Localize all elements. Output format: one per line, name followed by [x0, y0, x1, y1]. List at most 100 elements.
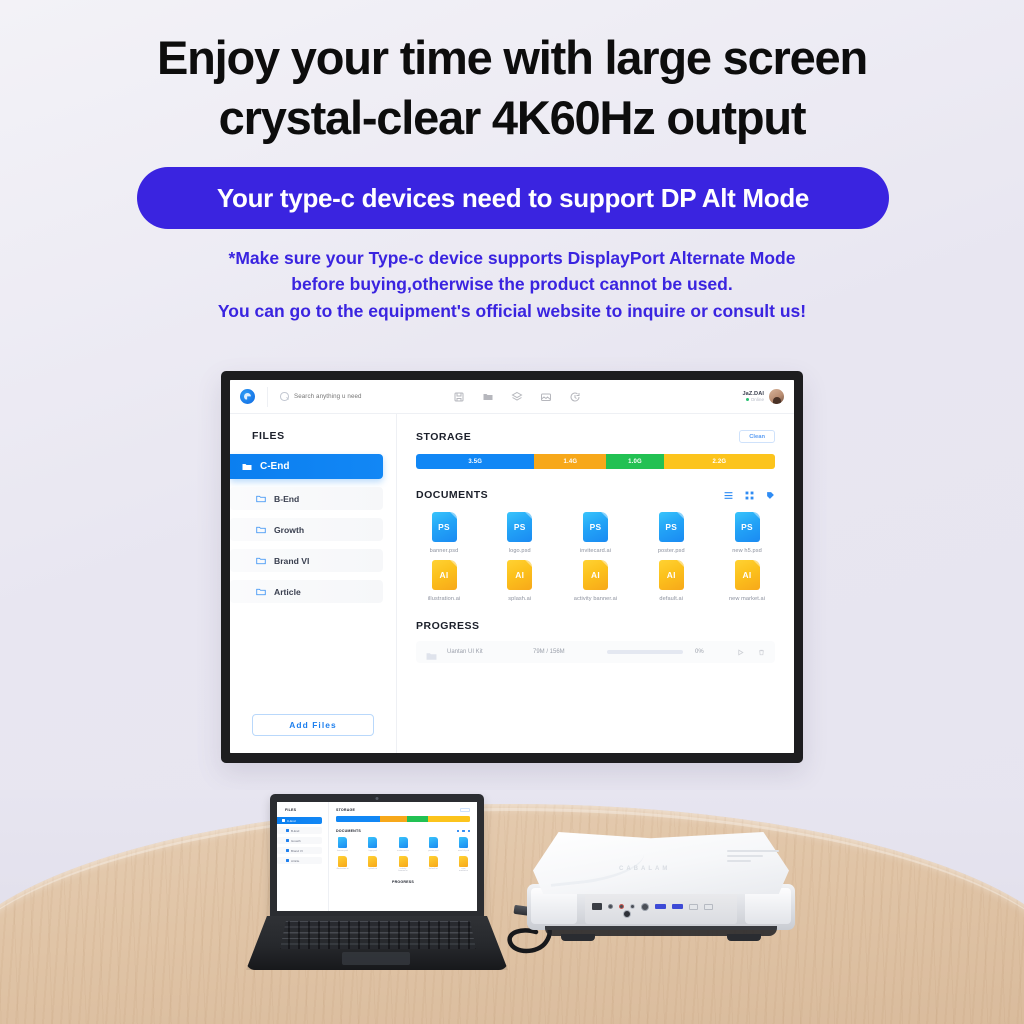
switch-icon: [689, 903, 698, 910]
file-name: poster.psd: [657, 548, 685, 554]
grid-view-icon[interactable]: [745, 491, 754, 500]
ai-files-row: AI illustration.ai AI splash.ai AI activ…: [416, 560, 775, 602]
trash-icon[interactable]: [758, 649, 765, 656]
sidebar-item-brand-vi[interactable]: Brand VI: [230, 549, 383, 572]
mini-file-item: splash.ai: [366, 855, 379, 873]
headline-line-2: crystal-clear 4K60Hz output: [218, 91, 807, 145]
user-profile[interactable]: JaZ.DAI Online: [742, 389, 784, 404]
clean-button[interactable]: Clean: [739, 430, 775, 443]
search-input[interactable]: [294, 393, 414, 400]
sidebar-item-label: Article: [274, 586, 301, 597]
storage-bar: 3.5G 1.4G 1.0G 2.2G: [416, 454, 775, 469]
ai-file-icon: [368, 855, 378, 867]
documents-title: DOCUMENTS: [416, 489, 489, 501]
layers-icon[interactable]: [511, 391, 523, 403]
folder-icon[interactable]: [482, 391, 494, 403]
psd-file-icon: [428, 837, 438, 848]
file-item[interactable]: PS new h5.psd: [719, 512, 775, 554]
headline-line-1: Enjoy your time with large screen: [156, 31, 868, 84]
app-logo-icon[interactable]: [240, 389, 255, 404]
mini-sidebar-label: Article: [291, 858, 300, 863]
mini-documents-title: DOCUMENTS: [336, 829, 361, 833]
mini-file-item: new market.ai: [457, 855, 470, 872]
mini-storage-header: STORAGE: [336, 808, 470, 812]
audio-jack-icon: [623, 910, 631, 918]
sidebar-item-growth[interactable]: Growth: [230, 518, 383, 541]
usb-port-icon: [655, 904, 666, 909]
mini-file-item: logo.psd: [366, 837, 379, 852]
progress-title: PROGRESS: [416, 620, 480, 632]
mini-file-item: invitecard.ai: [397, 837, 410, 852]
progress-bar: [607, 650, 683, 654]
mini-main: STORAGE DOCUMENTS banner.psd logo.psd in…: [329, 802, 477, 911]
mini-storage-bar: [336, 816, 470, 822]
storage-segment: 1.4G: [534, 454, 607, 469]
rca-port-icon: [630, 904, 635, 909]
mini-file-name: logo.psd: [368, 849, 377, 852]
ai-file-icon: [398, 855, 408, 867]
tag-filter-icon[interactable]: [766, 491, 775, 500]
folder-icon: [286, 859, 289, 862]
mini-file-name: new h5.psd: [457, 849, 470, 852]
list-view-icon[interactable]: [724, 491, 733, 500]
save-icon[interactable]: [453, 391, 465, 403]
progress-percent: 0%: [695, 649, 704, 655]
main-panel: STORAGE Clean 3.5G 1.4G 1.0G 2.2G DOCUME…: [397, 414, 794, 753]
laptop-app-mirror: FILES C-End B-End Growth Brand VI Articl…: [277, 802, 477, 911]
file-item[interactable]: AI new market.ai: [719, 560, 775, 602]
mini-sidebar: FILES C-End B-End Growth Brand VI Articl…: [277, 802, 329, 911]
search-field[interactable]: [267, 386, 417, 407]
dock-foot: [727, 934, 761, 941]
sidebar-item-label: C-End: [260, 461, 290, 472]
ai-file-icon: AI: [431, 560, 457, 590]
sidebar-title: FILES: [252, 430, 285, 442]
ai-file-icon: AI: [507, 560, 533, 590]
folder-icon: [286, 829, 289, 832]
mini-file-name: splash.ai: [368, 868, 378, 870]
image-icon[interactable]: [540, 391, 552, 403]
file-name: activity banner.ai: [573, 596, 618, 602]
file-item[interactable]: PS logo.psd: [492, 512, 548, 554]
sidebar-item-article[interactable]: Article: [230, 580, 383, 603]
avatar[interactable]: [769, 389, 784, 404]
mini-progress-title: PROGRESS: [392, 880, 414, 884]
file-name: logo.psd: [508, 548, 531, 554]
product-infographic: Enjoy your time with large screen crysta…: [0, 0, 1024, 1024]
app-body: FILES C-End B-End Growth Brand VI Articl…: [230, 414, 794, 753]
sidebar-item-c-end[interactable]: C-End: [230, 454, 383, 479]
mini-file-item: banner.psd: [336, 837, 349, 852]
file-item[interactable]: PS poster.psd: [643, 512, 699, 554]
add-files-button[interactable]: Add Files: [252, 714, 374, 736]
file-item[interactable]: AI default.ai: [643, 560, 699, 602]
ai-file-icon: AI: [734, 560, 760, 590]
dock-brand-label: CABALAM: [619, 866, 671, 872]
search-icon: [280, 392, 289, 401]
files-sidebar: FILES C-End B-End Growth Brand VI Articl…: [230, 414, 397, 753]
psd-files-row: PS banner.psd PS logo.psd PS invitecard.…: [416, 512, 775, 554]
file-name: illustration.ai: [427, 596, 461, 602]
mini-storage-segment: [407, 816, 429, 822]
sidebar-item-b-end[interactable]: B-End: [230, 487, 383, 510]
user-status: Online: [742, 397, 764, 402]
folder-icon: [256, 557, 266, 565]
online-dot-icon: [745, 398, 749, 402]
mini-ai-row: illustration.ai splash.ai activity banne…: [336, 855, 470, 873]
user-status-label: Online: [750, 397, 764, 403]
docking-station: CABALAM: [527, 832, 795, 944]
history-icon[interactable]: [569, 391, 581, 403]
mini-sidebar-item: Growth: [277, 837, 322, 844]
sidebar-item-label: Growth: [274, 524, 305, 535]
file-item[interactable]: AI illustration.ai: [416, 560, 472, 602]
file-item[interactable]: PS banner.psd: [416, 512, 472, 554]
play-icon[interactable]: [737, 648, 744, 656]
psd-file-icon: PS: [734, 512, 760, 542]
file-item[interactable]: PS invitecard.ai: [568, 512, 624, 554]
documents-header: DOCUMENTS: [416, 489, 775, 501]
app-topbar: JaZ.DAI Online: [230, 380, 794, 414]
file-item[interactable]: AI activity banner.ai: [568, 560, 624, 602]
caption-line-2: before buying,otherwise the product cann…: [291, 274, 733, 295]
toolbar-icons: [453, 391, 581, 403]
table-row[interactable]: Uantan UI Kit 79M / 156M 0%: [416, 641, 775, 663]
mini-psd-row: banner.psd logo.psd invitecard.ai poster…: [336, 837, 470, 852]
file-item[interactable]: AI splash.ai: [492, 560, 548, 602]
